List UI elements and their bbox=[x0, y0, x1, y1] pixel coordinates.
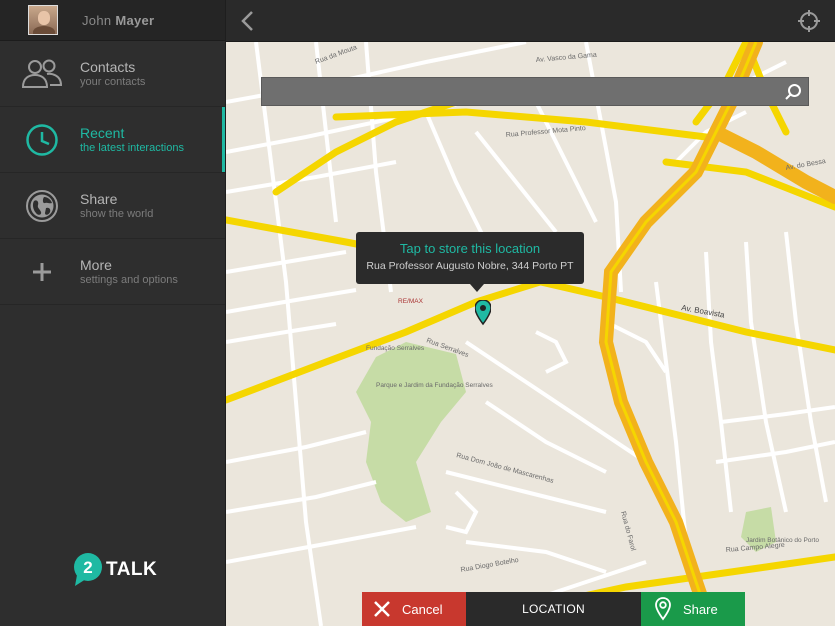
location-title: LOCATION bbox=[466, 592, 641, 626]
back-button[interactable] bbox=[238, 10, 258, 32]
chat-bubble-logo-icon: 2 bbox=[74, 553, 102, 586]
tooltip-address: Rua Professor Augusto Nobre, 344 Porto P… bbox=[366, 260, 574, 272]
sidebar-item-label: Share bbox=[80, 190, 118, 207]
map-label: RE/MAX bbox=[398, 298, 424, 305]
map-pin-icon[interactable] bbox=[475, 300, 491, 326]
profile-name: John Mayer bbox=[82, 13, 154, 28]
search-input[interactable] bbox=[262, 78, 808, 105]
sidebar-item-sublabel: the latest interactions bbox=[80, 141, 184, 154]
sidebar-item-label: More bbox=[80, 256, 112, 273]
share-button[interactable]: Share bbox=[641, 592, 745, 626]
globe-icon bbox=[0, 189, 80, 223]
sidebar: John Mayer Contacts your contacts Recent bbox=[0, 0, 226, 626]
search-bar bbox=[261, 77, 809, 106]
profile-header[interactable]: John Mayer bbox=[0, 0, 225, 41]
sidebar-item-sublabel: show the world bbox=[80, 207, 154, 220]
chevron-left-icon bbox=[241, 11, 253, 31]
profile-first-name: John bbox=[82, 12, 112, 28]
map-view[interactable]: Av. Vasco da Gama Rua da Mouta Rua Profe… bbox=[226, 42, 835, 626]
sidebar-item-sublabel: your contacts bbox=[80, 75, 146, 88]
locate-button[interactable] bbox=[798, 10, 820, 32]
plus-icon bbox=[0, 261, 80, 283]
location-tooltip[interactable]: Tap to store this location Rua Professor… bbox=[356, 232, 584, 292]
profile-last-name: Mayer bbox=[115, 12, 155, 28]
map-label: Parque e Jardim da Fundação Serralves bbox=[376, 382, 493, 389]
cancel-label: Cancel bbox=[402, 601, 443, 617]
map-label: Fundação Serralves bbox=[366, 345, 425, 352]
app-logo: 2 TALK bbox=[73, 553, 157, 587]
close-icon bbox=[374, 601, 390, 617]
search-icon[interactable] bbox=[784, 83, 802, 101]
clock-icon bbox=[0, 123, 80, 157]
share-label: Share bbox=[683, 601, 718, 617]
crosshair-icon bbox=[798, 10, 820, 32]
sidebar-item-label: Contacts bbox=[80, 58, 136, 75]
map-label: Jardim Botânico do Porto bbox=[746, 537, 819, 544]
users-icon bbox=[0, 58, 80, 90]
logo-number: 2 bbox=[83, 558, 92, 577]
sidebar-item-label: Recent bbox=[80, 124, 125, 141]
map-pin-icon bbox=[655, 597, 671, 621]
cancel-button[interactable]: Cancel bbox=[362, 592, 466, 626]
map-canvas[interactable]: Av. Vasco da Gama Rua da Mouta Rua Profe… bbox=[226, 42, 835, 626]
sidebar-item-more[interactable]: More settings and options bbox=[0, 239, 225, 305]
logo-text: TALK bbox=[106, 559, 158, 580]
top-bar bbox=[226, 0, 835, 42]
tooltip-title: Tap to store this location bbox=[399, 241, 541, 256]
sidebar-item-share[interactable]: Share show the world bbox=[0, 173, 225, 239]
sidebar-item-contacts[interactable]: Contacts your contacts bbox=[0, 41, 225, 107]
sidebar-item-recent[interactable]: Recent the latest interactions bbox=[0, 107, 225, 173]
bottom-action-bar: Cancel LOCATION Share bbox=[362, 592, 745, 626]
sidebar-item-sublabel: settings and options bbox=[80, 273, 178, 286]
avatar[interactable] bbox=[28, 5, 58, 35]
